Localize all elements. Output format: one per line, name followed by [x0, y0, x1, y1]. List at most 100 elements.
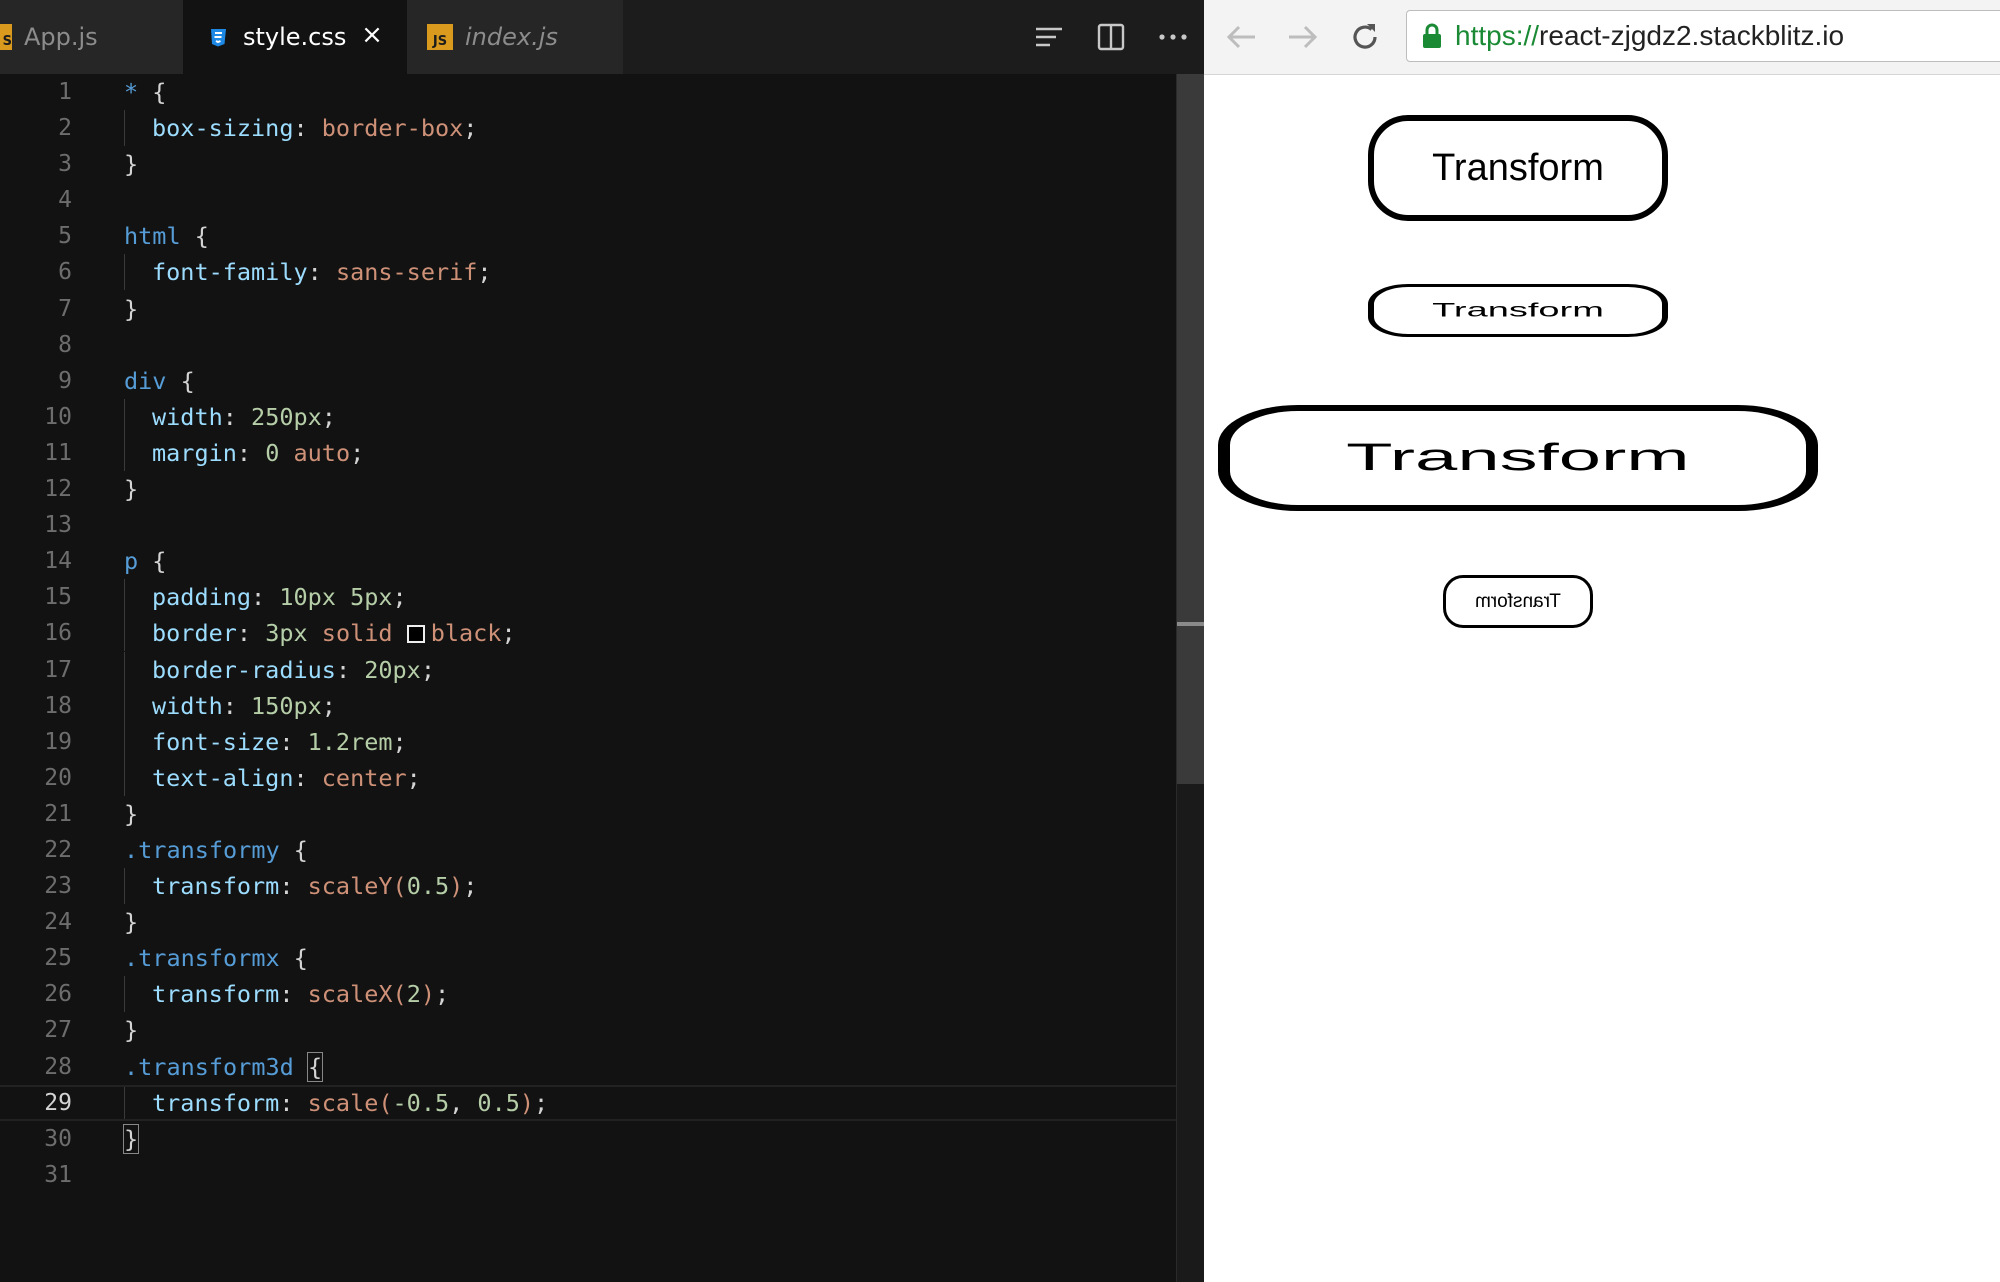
- tab-label: App.js: [24, 23, 98, 51]
- code-line-29: transform: scale(-0.5, 0.5);: [0, 1084, 1204, 1121]
- code-line-14: p {: [124, 547, 167, 576]
- browser-preview: https://react-zjgdz2.stackblitz.io Trans…: [1204, 0, 2000, 1282]
- code-line-9: div {: [124, 366, 195, 395]
- transform-box-scale-y: Transform: [1368, 284, 1668, 337]
- line-number: 16: [44, 620, 72, 647]
- code-line-2: box-sizing: border-box;: [124, 110, 1174, 147]
- code-line-5: html {: [124, 222, 209, 251]
- tab-style-css[interactable]: style.css ×: [183, 0, 407, 74]
- code-line-27: }: [124, 1016, 139, 1045]
- line-number: 4: [58, 187, 72, 214]
- forward-arrow-icon[interactable]: [1284, 18, 1322, 56]
- code-line-6: font-family: sans-serif;: [124, 254, 1174, 291]
- code-line-16: border: 3px solid black;: [124, 615, 1174, 652]
- code-line-23: transform: scaleY(0.5);: [124, 868, 1174, 905]
- code-line-25: .transformx {: [124, 944, 308, 973]
- url-host: react-zjgdz2.stackblitz.io: [1539, 20, 1845, 51]
- code-line-20: text-align: center;: [124, 759, 1174, 796]
- editor-actions: [1030, 18, 1192, 56]
- js-file-icon: JS: [427, 24, 453, 50]
- tab-label: index.js: [465, 23, 558, 51]
- code-line-3: }: [124, 150, 139, 179]
- code-line-12: }: [124, 475, 139, 504]
- line-number: 9: [58, 367, 72, 394]
- tab-app-js[interactable]: S App.js: [0, 0, 183, 74]
- editor-scrollbar[interactable]: [1176, 74, 1204, 1282]
- line-number: 30: [44, 1125, 72, 1152]
- color-swatch[interactable]: [406, 625, 425, 644]
- code-text-area[interactable]: * { box-sizing: border-box; } html { fon…: [0, 74, 1204, 1193]
- code-line-10: width: 250px;: [124, 398, 1174, 435]
- close-tab-icon[interactable]: ×: [359, 20, 385, 50]
- line-number: 8: [58, 331, 72, 358]
- code-line-30: }: [122, 1123, 140, 1154]
- code-line-17: border-radius: 20px;: [124, 651, 1174, 688]
- line-number: 22: [44, 836, 72, 863]
- page-viewport: Transform Transform Transform Transform: [1204, 75, 2000, 1282]
- address-bar[interactable]: https://react-zjgdz2.stackblitz.io: [1406, 10, 2000, 62]
- line-number: 19: [44, 728, 72, 755]
- transform-box-scale-x: Transform: [1218, 405, 1818, 511]
- line-number: 5: [58, 223, 72, 250]
- css-file-icon: [205, 24, 231, 50]
- line-number: 17: [44, 656, 72, 683]
- line-number: 23: [44, 873, 72, 900]
- line-number: 7: [58, 295, 72, 322]
- code-line-18: width: 150px;: [124, 687, 1174, 724]
- line-number: 14: [44, 548, 72, 575]
- line-number: 11: [44, 439, 72, 466]
- toggle-word-wrap-icon[interactable]: [1030, 18, 1068, 56]
- js-file-icon: S: [0, 24, 12, 50]
- line-number: 24: [44, 909, 72, 936]
- code-line-22: .transformy {: [124, 835, 308, 864]
- line-number: 20: [44, 764, 72, 791]
- split-editor-icon[interactable]: [1092, 18, 1130, 56]
- code-line-24: }: [124, 908, 139, 937]
- code-line-28: .transform3d {: [124, 1051, 324, 1082]
- transform-label: Transform: [1432, 146, 1604, 189]
- lock-icon: [1423, 23, 1441, 48]
- more-actions-icon[interactable]: [1154, 18, 1192, 56]
- line-number: 28: [44, 1053, 72, 1080]
- line-number-gutter: 1 2 3 4 5 6 7 8 9 10 11 12 13 14 15 16 17 18 19 20 21 22 23 24 2…: [0, 74, 88, 1193]
- line-number: 10: [44, 403, 72, 430]
- tab-label: style.css: [243, 23, 347, 51]
- transform-box-scale-mirrored: Transform: [1443, 575, 1593, 628]
- line-number: 18: [44, 692, 72, 719]
- line-number: 15: [44, 584, 72, 611]
- cursor-position-marker: [1177, 622, 1204, 626]
- transform-label: Transform: [1475, 590, 1561, 612]
- url-scheme: https://: [1455, 20, 1540, 51]
- code-line-26: transform: scaleX(2);: [124, 976, 1174, 1013]
- back-arrow-icon[interactable]: [1222, 18, 1260, 56]
- code-editor: S App.js style.css × JS index.js 123 4 5…: [0, 0, 1204, 1282]
- line-number: 31: [44, 1161, 72, 1188]
- line-number: 29: [44, 1089, 72, 1116]
- reload-icon[interactable]: [1346, 18, 1384, 56]
- tab-index-js[interactable]: JS index.js: [407, 0, 623, 74]
- line-number: 2: [58, 115, 72, 142]
- editor-tab-bar: S App.js style.css × JS index.js: [0, 0, 1204, 74]
- line-number: 21: [44, 800, 72, 827]
- line-number: 3: [58, 151, 72, 178]
- code-line-15: padding: 10px 5px;: [124, 579, 1174, 616]
- code-line-11: margin: 0 auto;: [124, 434, 1174, 471]
- code-line-19: font-size: 1.2rem;: [124, 723, 1174, 760]
- scrollbar-thumb[interactable]: [1177, 74, 1204, 784]
- line-number: 13: [44, 512, 72, 539]
- browser-toolbar: https://react-zjgdz2.stackblitz.io: [1204, 0, 2000, 75]
- transform-box-default: Transform: [1368, 115, 1668, 221]
- line-number: 25: [44, 945, 72, 972]
- code-line-7: }: [124, 294, 139, 323]
- line-number: 27: [44, 1017, 72, 1044]
- line-number: 6: [58, 259, 72, 286]
- line-number: 12: [44, 476, 72, 503]
- transform-label: Transform: [1432, 299, 1604, 321]
- line-number: 1: [58, 79, 72, 105]
- code-line-1: * {: [124, 78, 167, 106]
- line-number: 26: [44, 981, 72, 1008]
